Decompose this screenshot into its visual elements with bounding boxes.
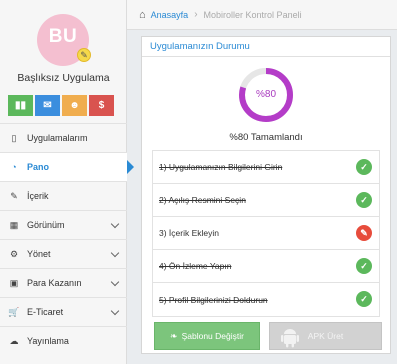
task-label: 3) İçerik Ekleyin xyxy=(159,228,219,238)
home-icon[interactable]: ⌂ xyxy=(139,9,146,21)
leaf-icon: ❧ xyxy=(170,330,178,341)
dashboard-icon: ◔ xyxy=(11,162,17,172)
panel-actions: ❧ Şablonu Değiştir APK Üret xyxy=(152,322,384,350)
change-template-button[interactable]: ❧ Şablonu Değiştir xyxy=(154,322,260,350)
progress-percent: %80 xyxy=(255,89,276,100)
app-name: Başlıksız Uygulama xyxy=(17,72,110,84)
sidebar-item-publish[interactable]: ☁ Yayınlama xyxy=(0,326,127,355)
task-label: 4) Ön İzleme Yapın xyxy=(159,261,232,271)
completion-text: %80 Tamamlandı xyxy=(229,132,303,143)
check-icon: ✓ xyxy=(356,291,372,307)
pencil-icon[interactable]: ✎ xyxy=(77,48,91,62)
breadcrumb-home-link[interactable]: Anasayfa xyxy=(151,10,189,20)
check-icon: ✓ xyxy=(356,192,372,208)
app-status-panel: Uygulamanızın Durumu %80 %80 Tamamlandı … xyxy=(141,36,391,354)
sidebar-menu: ▯ Uygulamalarım ◔ Pano ✎ İçerik ▦ Görünü… xyxy=(0,123,134,355)
pencil-icon[interactable]: ✎ xyxy=(356,225,372,241)
sidebar-item-apps[interactable]: ▯ Uygulamalarım xyxy=(0,123,127,152)
sidebar-item-content[interactable]: ✎ İçerik xyxy=(0,181,127,210)
chevron-down-icon xyxy=(110,306,120,316)
users-icon: ☻ xyxy=(69,100,80,111)
edit-icon: ✎ xyxy=(10,190,18,201)
payments-button[interactable]: $ xyxy=(89,95,114,116)
chevron-down-icon xyxy=(110,248,120,258)
check-icon: ✓ xyxy=(356,159,372,175)
task-label: 5) Profil Bilgilerinizi Doldurun xyxy=(159,294,268,305)
sidebar-item-label: Para Kazanın xyxy=(27,278,82,288)
mail-icon: ✉ xyxy=(43,100,52,111)
cloud-upload-icon: ☁ xyxy=(9,335,19,346)
sidebar: BU ✎ Başlıksız Uygulama ▮▮ ✉ ☻ $ ▯ Uygul… xyxy=(0,0,134,364)
sidebar-item-label: Pano xyxy=(27,162,50,172)
chevron-down-icon xyxy=(110,277,120,287)
grid-icon: ▦ xyxy=(9,219,19,230)
task-item[interactable]: 1) Uygulamanızın Bilgilerini Girin ✓ xyxy=(153,151,379,184)
sidebar-item-label: Yönet xyxy=(27,249,51,259)
progress-ring: %80 xyxy=(237,66,295,124)
sidebar-item-appearance[interactable]: ▦ Görünüm xyxy=(0,210,127,239)
avatar[interactable]: BU ✎ xyxy=(37,14,91,66)
task-item[interactable]: 3) İçerik Ekleyin ✎ xyxy=(153,217,379,250)
task-item[interactable]: 4) Ön İzleme Yapın ✓ xyxy=(153,250,379,283)
breadcrumb-separator: › xyxy=(194,9,198,20)
task-label: 2) Açılış Resmini Seçin xyxy=(159,195,246,205)
cogs-icon: ⚙ xyxy=(9,248,19,259)
stats-button[interactable]: ▮▮ xyxy=(8,95,33,116)
task-list: 1) Uygulamanızın Bilgilerini Girin ✓ 2) … xyxy=(152,150,380,317)
money-icon: ▣ xyxy=(9,277,19,288)
dollar-icon: $ xyxy=(98,100,105,111)
mobile-icon: ▯ xyxy=(11,132,17,143)
sidebar-item-dashboard[interactable]: ◔ Pano xyxy=(0,152,134,181)
bar-chart-icon: ▮▮ xyxy=(14,100,26,111)
panel-title: Uygulamanızın Durumu xyxy=(142,37,390,57)
sidebar-item-manage[interactable]: ⚙ Yönet xyxy=(0,239,127,268)
breadcrumb: ⌂ Anasayfa › Mobiroller Kontrol Paneli xyxy=(127,0,397,30)
chevron-down-icon xyxy=(110,219,120,229)
apk-build-button[interactable]: APK Üret xyxy=(269,322,382,350)
sidebar-item-label: E-Ticaret xyxy=(27,307,64,317)
cart-icon: 🛒 xyxy=(8,306,20,317)
sidebar-item-label: Görünüm xyxy=(27,220,65,230)
task-item[interactable]: 2) Açılış Resmini Seçin ✓ xyxy=(153,184,379,217)
change-template-label: Şablonu Değiştir xyxy=(181,331,244,341)
sidebar-item-label: Uygulamalarım xyxy=(27,133,88,143)
quick-actions: ▮▮ ✉ ☻ $ xyxy=(8,95,114,116)
task-label: 1) Uygulamanızın Bilgilerini Girin xyxy=(159,162,283,172)
android-icon xyxy=(281,329,299,348)
messages-button[interactable]: ✉ xyxy=(35,95,60,116)
sidebar-item-ecommerce[interactable]: 🛒 E-Ticaret xyxy=(0,297,127,326)
users-button[interactable]: ☻ xyxy=(62,95,87,116)
check-icon: ✓ xyxy=(356,258,372,274)
sidebar-item-label: İçerik xyxy=(27,191,49,201)
sidebar-item-label: Yayınlama xyxy=(27,336,69,346)
task-item[interactable]: 5) Profil Bilgilerinizi Doldurun ✓ xyxy=(153,283,379,316)
sidebar-item-monetize[interactable]: ▣ Para Kazanın xyxy=(0,268,127,297)
breadcrumb-current: Mobiroller Kontrol Paneli xyxy=(203,9,302,20)
apk-build-label: APK Üret xyxy=(307,331,344,341)
